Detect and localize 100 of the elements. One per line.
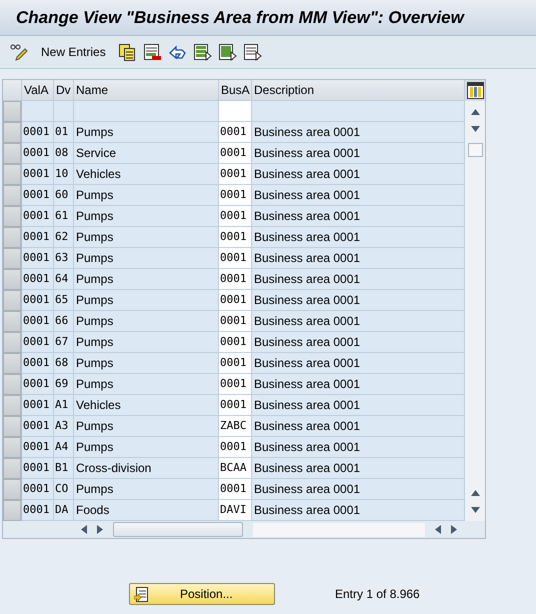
deselect-all-icon[interactable]	[242, 42, 262, 62]
glasses-pencil-icon[interactable]	[10, 42, 29, 62]
row-selector[interactable]	[3, 269, 22, 290]
input-field[interactable]: 0001	[219, 206, 252, 227]
input-field[interactable]: ZABC	[219, 416, 252, 437]
input-field[interactable]: 0001	[219, 185, 252, 206]
input-field[interactable]: 0001	[219, 437, 252, 458]
row-selector[interactable]	[3, 185, 22, 206]
scroll-right-icon[interactable]	[451, 525, 457, 534]
table-cell: 0001	[22, 500, 54, 521]
table-cell: 0001	[22, 290, 54, 311]
table-cell: Business area 0001	[252, 353, 465, 374]
table-cell: DA	[54, 500, 74, 521]
input-field[interactable]: 0001	[219, 374, 252, 395]
window-title: Change View "Business Area from MM View": Overview	[16, 8, 464, 28]
input-field[interactable]: 0001	[219, 290, 252, 311]
table-cell: 67	[54, 332, 74, 353]
input-field[interactable]: DAVI	[219, 500, 252, 521]
row-selector[interactable]	[3, 437, 22, 458]
table-cell: 63	[54, 248, 74, 269]
input-field[interactable]: BCAA	[219, 458, 252, 479]
input-field[interactable]: 0001	[219, 164, 252, 185]
scroll-down-icon[interactable]	[470, 126, 480, 132]
row-selector[interactable]	[3, 227, 22, 248]
row-selector[interactable]	[3, 101, 22, 122]
table-cell: 65	[54, 290, 74, 311]
scroll-up-icon[interactable]	[470, 490, 480, 496]
table-cell: Business area 0001	[252, 290, 465, 311]
delete-row-icon[interactable]	[142, 42, 162, 62]
table-cell: Pumps	[74, 332, 219, 353]
row-selector[interactable]	[3, 353, 22, 374]
input-field[interactable]: 0001	[219, 479, 252, 500]
table-cell: Business area 0001	[252, 143, 465, 164]
scroll-thumb[interactable]	[468, 143, 482, 157]
row-selector[interactable]	[3, 374, 22, 395]
copy-icon[interactable]	[118, 42, 137, 62]
table-cell: Pumps	[74, 227, 219, 248]
column-header[interactable]: Dv	[54, 80, 74, 101]
header-corner[interactable]	[3, 80, 22, 101]
row-selector[interactable]	[3, 122, 22, 143]
scroll-left-icon[interactable]	[81, 525, 87, 534]
input-field[interactable]: 0001	[219, 122, 252, 143]
input-field[interactable]: 0001	[219, 143, 252, 164]
table-cell: 10	[54, 164, 74, 185]
row-selector[interactable]	[3, 143, 22, 164]
table-cell: 62	[54, 227, 74, 248]
row-selector[interactable]	[3, 290, 22, 311]
select-block-icon[interactable]	[218, 42, 237, 62]
row-selector[interactable]	[3, 458, 22, 479]
table-cell: Business area 0001	[252, 122, 465, 143]
table-cell: 0001	[22, 227, 54, 248]
table-cell: 0001	[22, 164, 54, 185]
row-selector[interactable]	[3, 479, 22, 500]
table-cell: 0001	[22, 332, 54, 353]
table-cell: B1	[54, 458, 74, 479]
row-selector[interactable]	[3, 164, 22, 185]
column-settings-icon[interactable]	[466, 82, 484, 99]
table-cell: Business area 0001	[252, 185, 465, 206]
table-cell: Pumps	[74, 290, 219, 311]
scroll-left-icon[interactable]	[435, 525, 441, 534]
input-field[interactable]: 0001	[219, 248, 252, 269]
table-cell: 68	[54, 353, 74, 374]
table-cell: Business area 0001	[252, 332, 465, 353]
table-cell: A4	[54, 437, 74, 458]
column-header[interactable]: BusA	[219, 80, 252, 101]
scroll-right-icon[interactable]	[97, 525, 103, 534]
table-cell: Business area 0001	[252, 437, 465, 458]
table-cell: 0001	[22, 437, 54, 458]
table-cell: Business area 0001	[252, 479, 465, 500]
new-entries-button[interactable]: New Entries	[35, 45, 112, 59]
input-field[interactable]: 0001	[219, 332, 252, 353]
row-selector[interactable]	[3, 332, 22, 353]
scroll-down-icon[interactable]	[470, 507, 480, 513]
position-button[interactable]: Position...	[129, 583, 275, 605]
row-selector[interactable]	[3, 395, 22, 416]
column-header[interactable]: Name	[74, 80, 219, 101]
table-cell: 0001	[22, 395, 54, 416]
input-field[interactable]: 0001	[219, 227, 252, 248]
input-field[interactable]: 0001	[219, 311, 252, 332]
column-header[interactable]: ValA	[22, 80, 54, 101]
table-cell: Business area 0001	[252, 164, 465, 185]
table-cell: Business area 0001	[252, 374, 465, 395]
input-field[interactable]: 0001	[219, 395, 252, 416]
row-selector[interactable]	[3, 206, 22, 227]
select-all-icon[interactable]	[192, 42, 212, 62]
input-field[interactable]: 0001	[219, 269, 252, 290]
table-cell: 61	[54, 206, 74, 227]
row-selector[interactable]	[3, 500, 22, 521]
input-field[interactable]: 0001	[219, 353, 252, 374]
table-cell: Business area 0001	[252, 206, 465, 227]
row-selector[interactable]	[3, 311, 22, 332]
input-field[interactable]	[219, 101, 252, 122]
table-cell: 0001	[22, 311, 54, 332]
scroll-thumb[interactable]	[113, 522, 243, 537]
column-header[interactable]: Description	[252, 80, 465, 101]
row-selector[interactable]	[3, 248, 22, 269]
scroll-up-icon[interactable]	[470, 109, 480, 115]
vertical-scrollbar[interactable]	[465, 80, 485, 521]
table-cell: Pumps	[74, 122, 219, 143]
row-selector[interactable]	[3, 416, 22, 437]
